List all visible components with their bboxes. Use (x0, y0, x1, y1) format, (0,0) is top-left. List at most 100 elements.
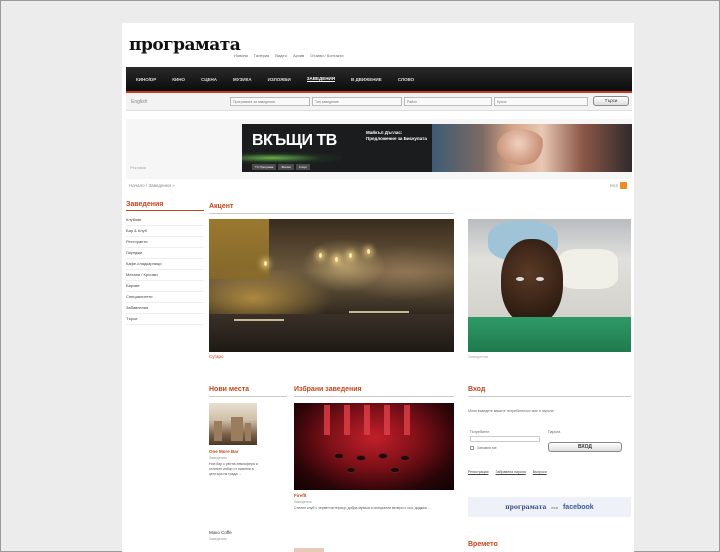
new-place-meta: Заведения (209, 456, 227, 460)
sidebar-title: Заведения (126, 201, 204, 211)
featured-lamp (264, 261, 267, 266)
featured-lamp (349, 253, 352, 258)
banner-text: Майкъл Дъглас: Предложение за Бискупата (366, 130, 427, 141)
nav-item[interactable]: КИНО/DP (136, 77, 156, 82)
new-places-title: Нови места (209, 386, 250, 393)
facebook-banner[interactable]: програмата във facebook (468, 497, 631, 517)
username-label: Потребител (470, 430, 490, 434)
accent-title: Акцент (209, 203, 234, 210)
banner-button[interactable]: Филми (278, 164, 294, 170)
fav-column (324, 405, 330, 435)
top-link-gallery[interactable]: Галерия (254, 53, 269, 58)
main-nav: КИНО/DP КИНО СЦЕНА МУЗИКА ИЗЛОЖБИ ЗАВЕДЕ… (126, 67, 632, 91)
nav-item[interactable]: СЛОВО (398, 77, 414, 82)
web-page: програмата Новини Галерия Видео Архив От… (122, 23, 634, 552)
np-chair (214, 421, 222, 441)
district-select[interactable]: Район (404, 97, 492, 106)
top-link-news[interactable]: Новини (234, 53, 248, 58)
ad-zone: Реклама ВКЪЩИ ТВ Майкъл Дъглас: Предложе… (126, 119, 632, 179)
new-place-photo[interactable] (209, 403, 257, 445)
featured-lamp (319, 253, 322, 258)
top-link-archive[interactable]: Архив (293, 53, 304, 58)
sidebar-item[interactable]: Бар & Клуб (126, 226, 204, 237)
new-place-text: Нов бар с уютна атмосфера и отличен избо… (209, 462, 258, 476)
featured-wall (209, 219, 269, 279)
featured-photo[interactable] (209, 219, 454, 352)
rss-link[interactable]: RSS (610, 182, 628, 189)
side-photo-shirt (468, 317, 631, 352)
facebook-join: във (551, 504, 558, 510)
sidebar-item[interactable]: Специалитети (126, 292, 204, 303)
bottom-section-stub (294, 548, 324, 552)
nav-item[interactable]: В ДВИЖЕНИЕ (351, 77, 382, 82)
nav-item[interactable]: МУЗИКА (233, 77, 252, 82)
fav-seat (390, 467, 400, 473)
featured-table (349, 311, 409, 313)
side-photo[interactable] (468, 219, 631, 352)
rss-icon (620, 182, 628, 189)
register-link[interactable]: Регистрация (468, 470, 488, 474)
sidebar-item[interactable]: Кафе-сладкарници (126, 259, 204, 270)
new-place-name[interactable]: One More Bar (209, 449, 239, 454)
sidebar-item[interactable]: Механи / Кръчми (126, 270, 204, 281)
password-label: Парола (548, 430, 561, 434)
sidebar-item[interactable]: Ресторанти (126, 237, 204, 248)
top-links: Новини Галерия Видео Архив Отзиви / Конт… (234, 53, 344, 58)
facebook-brand: програмата (505, 503, 547, 511)
nav-item[interactable]: ИЗЛОЖБИ (268, 77, 291, 82)
nav-item[interactable]: СЦЕНА (201, 77, 217, 82)
banner-glow (242, 152, 342, 164)
remember-checkbox[interactable] (470, 446, 474, 450)
login-intro: Моля въведете вашите потребителско име и… (468, 409, 555, 413)
favorite-photo[interactable] (294, 403, 454, 490)
fav-column (364, 405, 370, 435)
new-place-name-2[interactable]: Моко Coffe (209, 530, 232, 535)
side-photo-eye (516, 277, 524, 281)
top-link-video[interactable]: Видео (275, 53, 287, 58)
login-button[interactable]: ВХОД (548, 442, 622, 452)
sidebar-item[interactable]: Клубове (126, 215, 204, 226)
weather-title: Времето (468, 541, 498, 548)
banner-button[interactable]: Спорт (295, 164, 311, 170)
fav-column (404, 405, 410, 435)
cuisine-select[interactable]: Кухня (494, 97, 588, 106)
forgot-password-link[interactable]: Забравена парола (495, 470, 525, 474)
nav-item[interactable]: КИНО (172, 77, 185, 82)
sidebar-item[interactable]: Лаунджи (126, 248, 204, 259)
fav-seat (356, 455, 366, 461)
accent-rule (209, 213, 454, 214)
banner-face (497, 129, 545, 165)
fav-seat (378, 453, 388, 459)
type-select[interactable]: Тип заведение (312, 97, 402, 106)
banner-title: ВКЪЩИ ТВ (252, 132, 337, 149)
side-photo-caption: Заведения (468, 354, 489, 359)
sidebar-item[interactable]: Търси (126, 314, 204, 325)
favorite-name[interactable]: Fireflt (294, 493, 307, 498)
search-button[interactable]: Търси (593, 96, 629, 106)
banner-button[interactable]: TV Програма (252, 164, 277, 170)
username-input[interactable] (470, 436, 540, 442)
nav-item-active[interactable]: ЗАВЕДЕНИЯ (306, 76, 335, 82)
sidebar-item[interactable]: Забавления (126, 303, 204, 314)
favorite-meta: Заведения (294, 500, 312, 504)
side-photo-glove (558, 249, 618, 289)
favorites-title: Избрани заведения (294, 386, 362, 393)
site-logo[interactable]: програмата (129, 35, 241, 55)
fav-column (344, 405, 350, 435)
sidebar-item[interactable]: Барове (126, 281, 204, 292)
fav-column (384, 405, 390, 435)
favorites-rule (294, 396, 454, 397)
top-link-contacts[interactable]: Отзиви / Контакти (310, 53, 343, 58)
side-photo-eye (536, 277, 544, 281)
breadcrumb[interactable]: Начало / Заведения » (129, 183, 175, 188)
featured-caption[interactable]: Сугаро (209, 354, 224, 359)
language-link[interactable]: English (131, 99, 147, 105)
ad-banner[interactable]: ВКЪЩИ ТВ Майкъл Дъглас: Предложение за Б… (242, 124, 632, 172)
login-rule (468, 396, 631, 397)
screenshot-frame: програмата Новини Галерия Видео Архив От… (0, 0, 720, 552)
sidebar: Заведения Клубове Бар & Клуб Ресторанти … (126, 201, 204, 325)
help-link[interactable]: Въпроси (533, 470, 547, 474)
program-select[interactable]: Програмата за заведения (230, 97, 310, 106)
login-links: Регистрация Забравена парола Въпроси (468, 470, 547, 474)
featured-lamp (335, 257, 338, 262)
